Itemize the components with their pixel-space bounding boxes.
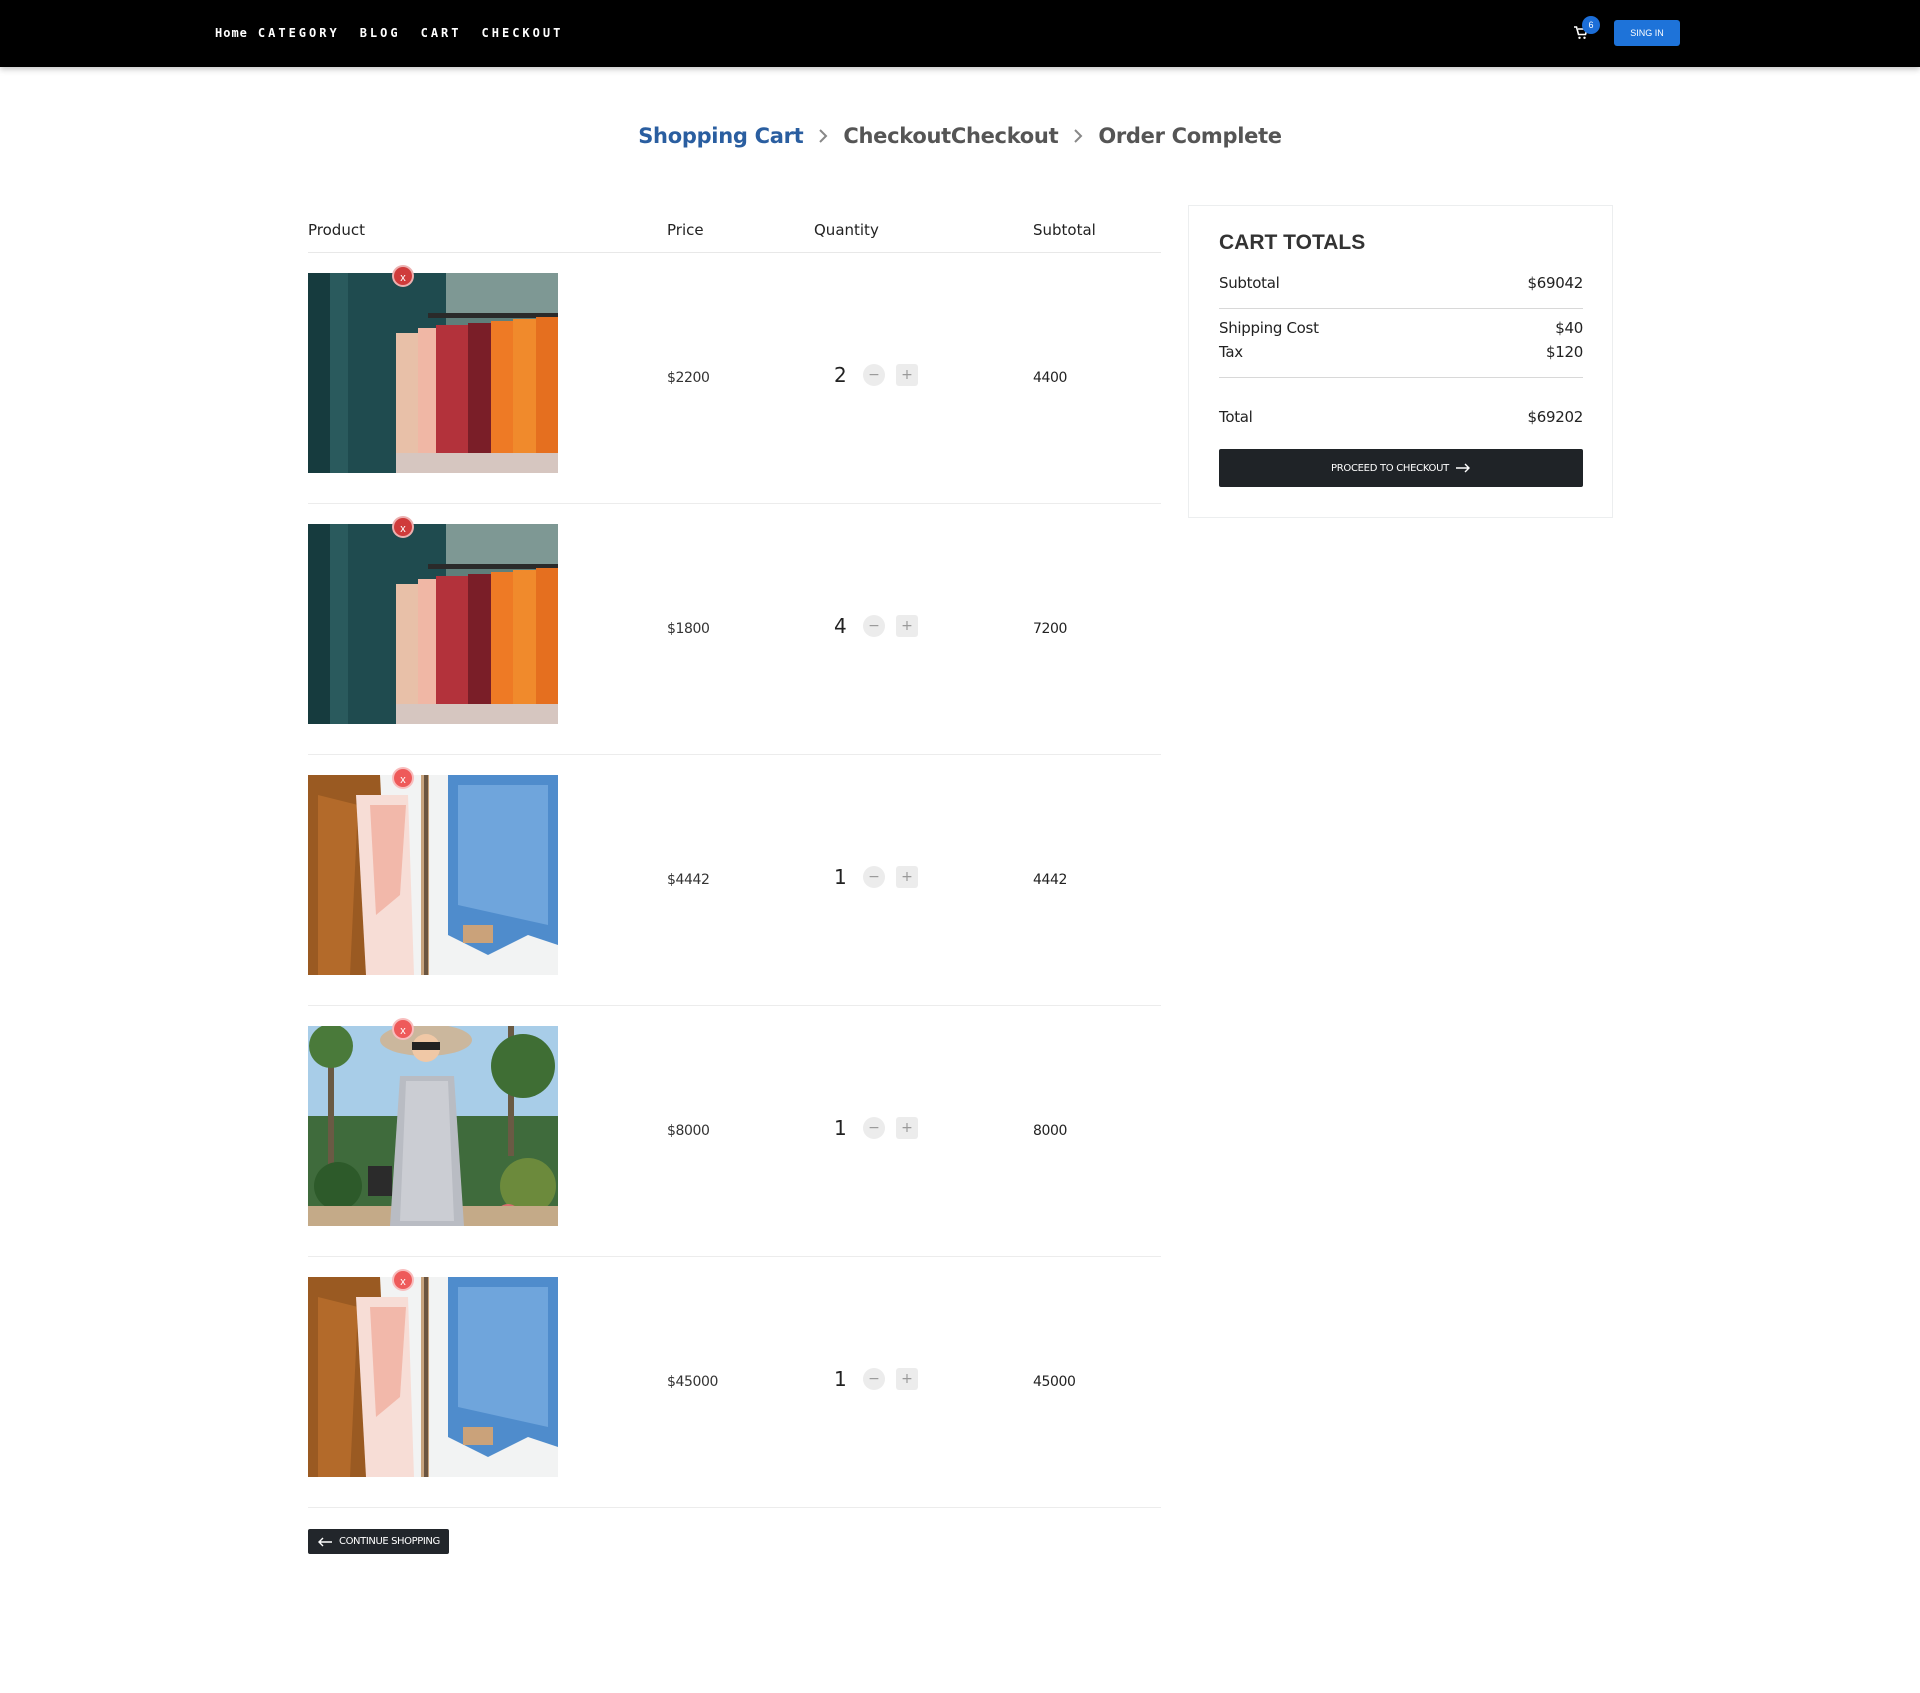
item-price: $45000 bbox=[667, 1374, 719, 1390]
step-shopping-cart[interactable]: Shopping Cart bbox=[638, 124, 803, 148]
decrease-quantity-button[interactable]: − bbox=[863, 1368, 885, 1390]
item-price: $2200 bbox=[667, 370, 710, 386]
item-quantity: 1 bbox=[834, 865, 847, 889]
subtotal-value: $69042 bbox=[1527, 274, 1584, 292]
table-row: x $8000 1 − + 8000 bbox=[308, 1006, 1161, 1257]
remove-item-button[interactable]: x bbox=[392, 767, 414, 789]
shipping-row: Shipping Cost $40 bbox=[1219, 319, 1583, 337]
table-row: x $2200 2 − + 4400 bbox=[308, 253, 1161, 504]
increase-quantity-button[interactable]: + bbox=[896, 866, 918, 888]
main-nav: Home CATEGORY BLOG CART CHECKOUT bbox=[215, 26, 583, 40]
remove-item-button[interactable]: x bbox=[392, 1018, 414, 1040]
continue-shopping-button[interactable]: CONTINUE SHOPPING bbox=[308, 1529, 449, 1554]
item-subtotal: 8000 bbox=[1033, 1123, 1068, 1139]
increase-quantity-button[interactable]: + bbox=[896, 1368, 918, 1390]
remove-item-button[interactable]: x bbox=[392, 516, 414, 538]
decrease-quantity-button[interactable]: − bbox=[863, 615, 885, 637]
header-price: Price bbox=[667, 221, 704, 239]
proceed-to-checkout-button[interactable]: PROCEED TO CHECKOUT bbox=[1219, 449, 1583, 487]
item-quantity: 2 bbox=[834, 363, 847, 387]
item-price: $1800 bbox=[667, 621, 710, 637]
continue-shopping-label: CONTINUE SHOPPING bbox=[339, 1536, 440, 1547]
arrow-right-icon bbox=[1455, 463, 1470, 473]
product-image-jacket-shirt-jeans[interactable] bbox=[308, 1277, 558, 1477]
item-quantity: 4 bbox=[834, 614, 847, 638]
decrease-quantity-button[interactable]: − bbox=[863, 364, 885, 386]
nav-link-category[interactable]: CATEGORY bbox=[258, 26, 340, 40]
nav-link-cart[interactable]: CART bbox=[421, 26, 462, 40]
increase-quantity-button[interactable]: + bbox=[896, 364, 918, 386]
proceed-to-checkout-label: PROCEED TO CHECKOUT bbox=[1331, 462, 1449, 474]
item-price: $4442 bbox=[667, 872, 710, 888]
table-row: x $45000 1 − + 45000 bbox=[308, 1257, 1161, 1508]
header-subtotal: Subtotal bbox=[1033, 221, 1096, 239]
tax-row: Tax $120 bbox=[1219, 343, 1583, 361]
cart-count-badge: 6 bbox=[1582, 16, 1600, 34]
cart-table: Product Price Quantity Subtotal x $2200 … bbox=[308, 215, 1161, 1508]
item-quantity: 1 bbox=[834, 1116, 847, 1140]
divider bbox=[1219, 377, 1583, 378]
increase-quantity-button[interactable]: + bbox=[896, 1117, 918, 1139]
table-row: x $4442 1 − + 4442 bbox=[308, 755, 1161, 1006]
subtotal-row: Subtotal $69042 bbox=[1219, 274, 1583, 292]
top-navbar: Home CATEGORY BLOG CART CHECKOUT 6 SING … bbox=[0, 0, 1920, 67]
arrow-left-icon bbox=[318, 1537, 332, 1546]
table-row: x $1800 4 − + 7200 bbox=[308, 504, 1161, 755]
cart-totals-title: CART TOTALS bbox=[1219, 231, 1366, 254]
item-price: $8000 bbox=[667, 1123, 710, 1139]
table-header: Product Price Quantity Subtotal bbox=[308, 215, 1161, 253]
nav-link-home[interactable]: Home bbox=[215, 26, 248, 40]
remove-item-button[interactable]: x bbox=[392, 265, 414, 287]
decrease-quantity-button[interactable]: − bbox=[863, 1117, 885, 1139]
chevron-right-icon bbox=[1074, 129, 1083, 143]
cart-totals-panel: CART TOTALS Subtotal $69042 Shipping Cos… bbox=[1188, 205, 1613, 518]
product-image-clothes-rack[interactable] bbox=[308, 273, 558, 473]
product-image-woman-in-dress[interactable] bbox=[308, 1026, 558, 1226]
shipping-value: $40 bbox=[1555, 319, 1583, 337]
tax-label: Tax bbox=[1219, 343, 1243, 361]
nav-link-checkout[interactable]: CHECKOUT bbox=[482, 26, 564, 40]
nav-link-blog[interactable]: BLOG bbox=[360, 26, 401, 40]
sign-in-button[interactable]: SING IN bbox=[1614, 20, 1680, 46]
step-checkout[interactable]: CheckoutCheckout bbox=[843, 124, 1058, 148]
checkout-steps-breadcrumb: Shopping Cart CheckoutCheckout Order Com… bbox=[0, 124, 1920, 148]
chevron-right-icon bbox=[819, 129, 828, 143]
item-subtotal: 45000 bbox=[1033, 1374, 1076, 1390]
total-value: $69202 bbox=[1527, 408, 1584, 426]
item-subtotal: 7200 bbox=[1033, 621, 1068, 637]
item-subtotal: 4442 bbox=[1033, 872, 1068, 888]
decrease-quantity-button[interactable]: − bbox=[863, 866, 885, 888]
step-order-complete[interactable]: Order Complete bbox=[1098, 124, 1282, 148]
tax-value: $120 bbox=[1546, 343, 1583, 361]
item-quantity: 1 bbox=[834, 1367, 847, 1391]
product-image-jacket-shirt-jeans[interactable] bbox=[308, 775, 558, 975]
subtotal-label: Subtotal bbox=[1219, 274, 1280, 292]
item-subtotal: 4400 bbox=[1033, 370, 1068, 386]
total-label: Total bbox=[1219, 408, 1253, 426]
shipping-label: Shipping Cost bbox=[1219, 319, 1319, 337]
header-quantity: Quantity bbox=[814, 221, 879, 239]
divider bbox=[1219, 308, 1583, 309]
product-image-clothes-rack[interactable] bbox=[308, 524, 558, 724]
cart-button[interactable]: 6 bbox=[1574, 16, 1600, 44]
increase-quantity-button[interactable]: + bbox=[896, 615, 918, 637]
remove-item-button[interactable]: x bbox=[392, 1269, 414, 1291]
header-product: Product bbox=[308, 221, 365, 239]
total-row: Total $69202 bbox=[1219, 408, 1583, 426]
